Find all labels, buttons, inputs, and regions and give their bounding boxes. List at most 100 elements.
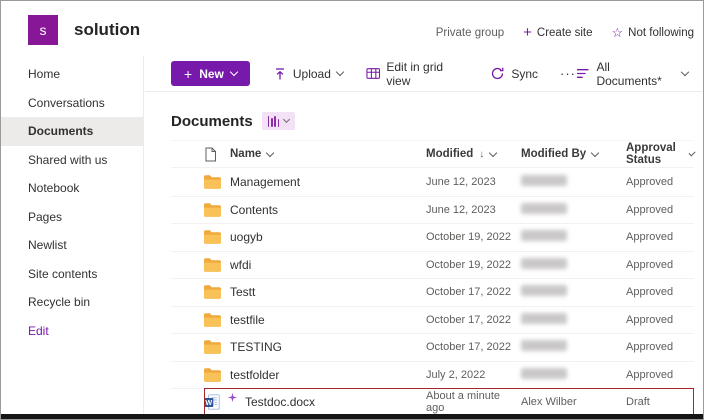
sidebar-item-label: Site contents [28,267,97,281]
table-row[interactable]: W Testt October 17, 2022 Approved [171,278,694,306]
follow-label: Not following [628,27,694,39]
file-name: Contents [230,203,278,217]
window-bottom-edge [1,414,703,419]
edit-grid-view-button[interactable]: Edit in grid view [366,60,467,88]
top-bar: s solution Private group + Create site ☆… [1,1,703,56]
file-name-cell[interactable]: testfolder [230,368,426,382]
library-title: Documents [171,113,253,130]
word-file-icon: W [204,394,220,410]
follow-button[interactable]: ☆ Not following [612,26,695,39]
modified-cell: June 12, 2023 [426,176,521,188]
modified-cell: July 2, 2022 [426,369,521,381]
new-item-sparkle-icon [228,393,237,402]
plus-icon: + [184,66,192,82]
file-name: Management [230,175,300,189]
folder-icon [204,175,221,189]
file-type-cell: W [204,258,230,272]
modified-column-header[interactable]: Modified ↓ [426,148,521,160]
file-type-cell: W [204,175,230,189]
file-type-cell: W [204,394,230,410]
sidebar-item-shared-with-us[interactable]: Shared with us [1,146,143,175]
collection-icon [268,116,280,127]
sidebar-item-documents[interactable]: Documents [1,117,143,146]
library-options-badge[interactable] [262,112,296,130]
sidebar-item-notebook[interactable]: Notebook [1,174,143,203]
modified-by-cell [521,285,626,299]
file-name-cell[interactable]: uogyb [230,230,426,244]
approval-status-cell: Draft [626,396,694,408]
chevron-down-icon [688,149,695,156]
file-name-cell[interactable]: wfdi [230,258,426,272]
site-title[interactable]: solution [74,20,140,40]
file-name: TESTING [230,340,282,354]
view-options-icon [576,67,589,80]
sidebar-item-recycle-bin[interactable]: Recycle bin [1,288,143,317]
file-name-cell[interactable]: Testdoc.docx [230,395,426,409]
privacy-label: Private group [436,27,504,39]
sidebar-item-site-contents[interactable]: Site contents [1,260,143,289]
modified-cell: October 19, 2022 [426,259,521,271]
table-row[interactable]: W testfile October 17, 2022 Approved [171,306,694,334]
approval-status-column-header[interactable]: Approval Status [626,142,694,166]
file-name: wfdi [230,258,251,272]
upload-button[interactable]: Upload [273,67,343,81]
svg-text:W: W [205,398,212,407]
chevron-down-icon [336,68,344,76]
modified-by-column-header[interactable]: Modified By [521,148,626,160]
table-row[interactable]: W wfdi October 19, 2022 Approved [171,251,694,279]
folder-icon [204,285,221,299]
library-header: Documents [171,110,702,132]
sidebar-item-newlist[interactable]: Newlist [1,231,143,260]
modified-cell: October 17, 2022 [426,341,521,353]
view-selector[interactable]: All Documents* [576,60,688,88]
sidebar-item-label: Conversations [28,96,105,110]
file-type-cell: W [204,313,230,327]
approval-status-cell: Approved [626,341,694,353]
sidebar-item-edit[interactable]: Edit [1,317,143,346]
table-row[interactable]: W Management June 12, 2023 Approved [171,168,694,196]
modified-by-cell [521,203,626,217]
file-type-cell: W [204,285,230,299]
file-type-cell: W [204,203,230,217]
top-actions: Private group + Create site ☆ Not follow… [436,25,694,40]
chevron-down-icon [681,68,689,76]
main-content: + New Upload Edit in grid view [145,56,702,414]
name-column-header[interactable]: Name [230,148,426,160]
more-commands-button[interactable]: ··· [560,66,576,81]
file-name-cell[interactable]: Contents [230,203,426,217]
table-body: W Management June 12, 2023 Approved W [145,168,702,416]
sidebar-item-conversations[interactable]: Conversations [1,89,143,118]
sync-button[interactable]: Sync [490,66,538,81]
table-row[interactable]: W TESTING October 17, 2022 Approved [171,333,694,361]
chevron-down-icon [489,148,497,156]
new-button[interactable]: + New [171,61,250,86]
site-logo[interactable]: s [28,15,58,45]
file-name-cell[interactable]: TESTING [230,340,426,354]
modified-cell: October 17, 2022 [426,286,521,298]
file-name-cell[interactable]: testfile [230,313,426,327]
table-row[interactable]: W uogyb October 19, 2022 Approved [171,223,694,251]
sync-label: Sync [511,67,538,81]
sharepoint-window: s solution Private group + Create site ☆… [0,0,704,420]
approval-status-cell: Approved [626,259,694,271]
table-row[interactable]: W Contents June 12, 2023 Approved [171,196,694,224]
view-selector-label: All Documents* [596,60,675,88]
modified-by-cell: Alex Wilber [521,396,626,408]
sidebar-item-label: Pages [28,210,62,224]
approval-status-cell: Approved [626,176,694,188]
file-type-column-header[interactable] [204,147,230,162]
upload-label: Upload [293,67,331,81]
sidebar-item-label: Newlist [28,238,67,252]
sidebar-item-pages[interactable]: Pages [1,203,143,232]
file-name-cell[interactable]: Management [230,175,426,189]
sidebar-item-home[interactable]: Home [1,60,143,89]
file-name: uogyb [230,230,263,244]
file-name-cell[interactable]: Testt [230,285,426,299]
create-site-button[interactable]: + Create site [523,25,592,40]
modified-by-cell [521,175,626,189]
documents-table: Name Modified ↓ Modified By Approval Sta… [145,140,702,416]
approval-status-cell: Approved [626,286,694,298]
table-row[interactable]: W testfolder July 2, 2022 Approved [171,361,694,389]
table-row[interactable]: W Testdoc.docx About a minute ago Alex W… [171,388,694,416]
star-icon: ☆ [612,26,624,39]
